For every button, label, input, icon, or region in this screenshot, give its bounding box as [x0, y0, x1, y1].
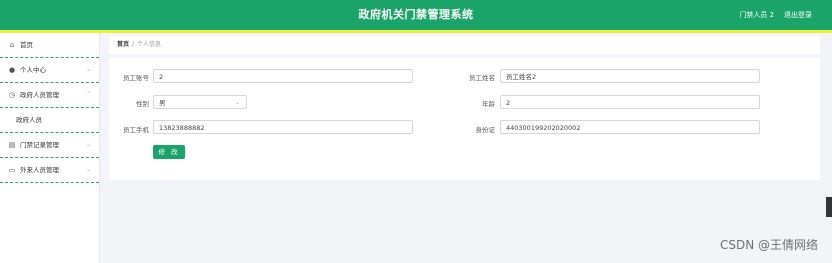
chevron-down-icon: ⌄	[85, 141, 91, 148]
gender-value: 男	[159, 99, 166, 107]
breadcrumb-separator: /	[132, 41, 135, 48]
sidebar-item-visitors[interactable]: ▭ 外来人员管理 ⌄	[0, 158, 99, 183]
breadcrumb-home[interactable]: 首页	[117, 41, 129, 48]
gender-select[interactable]: 男 ⌄	[153, 95, 247, 109]
sidebar-item-access-records[interactable]: ▤ 门禁记录管理 ⌄	[0, 133, 99, 158]
header-right: 门禁人员 2 退出登录	[739, 0, 812, 30]
clock-icon: ◷	[8, 91, 16, 99]
breadcrumb: 首页 / 个人信息	[109, 36, 820, 54]
sidebar-item-label: 政府人员管理	[20, 91, 59, 99]
breadcrumb-current: 个人信息	[137, 41, 162, 48]
side-scroll-tab[interactable]	[826, 197, 832, 217]
emp-no-field[interactable]: 2	[153, 69, 413, 83]
chevron-down-icon: ⌄	[234, 99, 240, 106]
idcard-field[interactable]: 440300199202020002	[500, 120, 760, 134]
sidebar-item-label: 门禁记录管理	[20, 141, 59, 149]
phone-field[interactable]: 13823888882	[153, 120, 413, 134]
sidebar-item-profile[interactable]: ● 个人中心 ⌄	[0, 58, 99, 83]
sidebar-item-label: 政府人员	[16, 116, 42, 124]
accent-bar	[0, 30, 832, 33]
watermark: CSDN @王倩网络	[719, 238, 818, 252]
logout-link[interactable]: 退出登录	[784, 0, 812, 30]
list-icon: ▤	[8, 141, 16, 149]
sidebar: ⌂ 首页 ● 个人中心 ⌄ ◷ 政府人员管理 ⌃ 政府人员 ▤ 门禁记录管理 ⌄ ▭ 外来…	[0, 33, 100, 263]
idcard-label: 身份证	[475, 126, 496, 134]
sidebar-item-home[interactable]: ⌂ 首页	[0, 33, 99, 58]
sidebar-item-gov-staff[interactable]: 政府人员	[0, 108, 99, 133]
current-user[interactable]: 门禁人员 2	[739, 0, 774, 30]
chevron-down-icon: ⌄	[85, 166, 91, 173]
age-label: 年龄	[482, 100, 495, 108]
top-header: 政府机关门禁管理系统 门禁人员 2 退出登录	[0, 0, 832, 30]
sidebar-item-label: 外来人员管理	[20, 166, 59, 174]
sidebar-item-label: 个人中心	[20, 66, 46, 74]
sidebar-item-gov-staff-mgmt[interactable]: ◷ 政府人员管理 ⌃	[0, 83, 99, 108]
card-icon: ▭	[8, 166, 16, 174]
age-field[interactable]: 2	[500, 95, 760, 109]
sidebar-item-label: 首页	[20, 41, 33, 49]
phone-label: 员工手机	[123, 126, 149, 134]
gender-label: 性别	[136, 100, 149, 108]
user-icon: ●	[8, 66, 16, 74]
submit-button[interactable]: 修 改	[153, 145, 185, 159]
app-title: 政府机关门禁管理系统	[358, 8, 474, 21]
emp-name-label: 员工姓名	[469, 74, 495, 82]
profile-form: 员工账号 2 员工姓名 员工姓名2 性别 男 ⌄ 年龄 2 员工手机 13823…	[109, 58, 820, 180]
emp-no-label: 员工账号	[123, 74, 149, 82]
home-icon: ⌂	[9, 41, 15, 49]
emp-name-field[interactable]: 员工姓名2	[500, 69, 760, 83]
